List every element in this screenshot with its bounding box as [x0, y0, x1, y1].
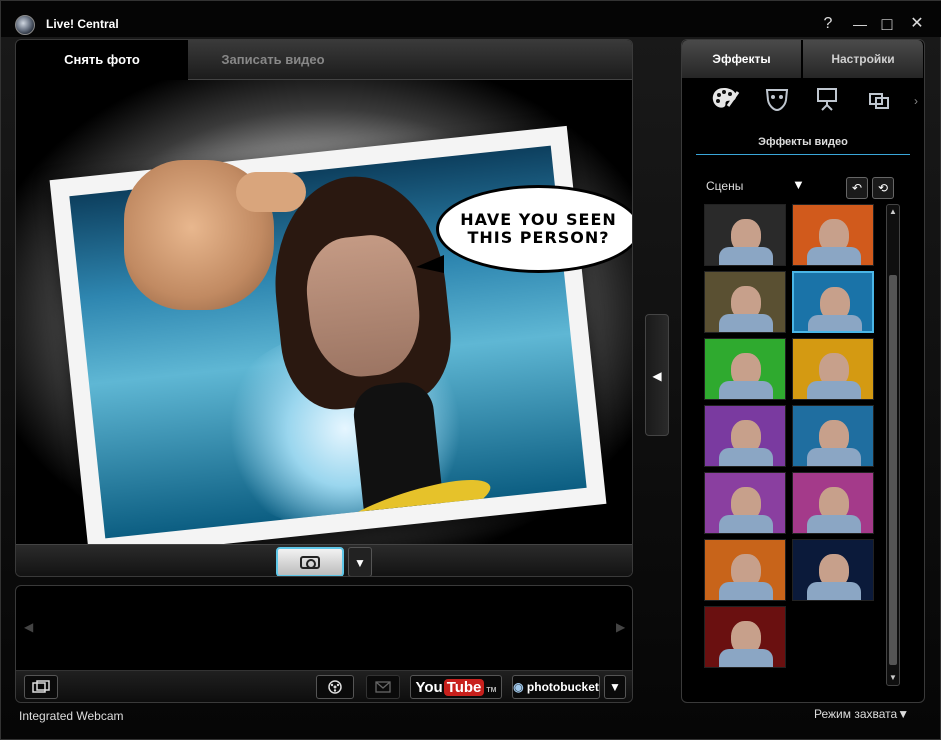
share-options-dropdown[interactable]: ▼: [604, 675, 626, 699]
title-bar: Live! Central ? — □ ✕: [1, 1, 941, 37]
youtube-upload-button[interactable]: You Tube TM: [410, 675, 502, 699]
mask-icon[interactable]: [760, 86, 794, 120]
thumbnail-shirt: [719, 649, 773, 667]
scenes-dropdown[interactable]: Сцены: [706, 179, 743, 193]
thumbnail-shirt: [807, 448, 861, 466]
scene-pink-night-thumbnail[interactable]: [792, 472, 874, 534]
scene-have-you-seen-thumbnail[interactable]: [792, 271, 874, 333]
thumbnail-shirt: [807, 515, 861, 533]
scene-space-bubble-thumbnail[interactable]: [792, 539, 874, 601]
device-name: Integrated Webcam: [19, 709, 124, 723]
thumbnail-shirt: [719, 515, 773, 533]
thumbnail-shirt: [807, 247, 861, 265]
scrollbar-thumb[interactable]: [889, 275, 897, 665]
capture-mode-arrow-icon: ▼: [897, 707, 910, 721]
scene-sunset-city-thumbnail[interactable]: [704, 539, 786, 601]
thumbnail-shirt: [719, 247, 773, 265]
capture-tabs: Снять фото Записать видео: [16, 40, 632, 80]
speech-line-1: HAVE YOU SEEN: [460, 210, 617, 229]
frames-icon[interactable]: [862, 86, 896, 120]
scene-dark-swirl-thumbnail[interactable]: [704, 204, 786, 266]
thumbnail-shirt: [719, 314, 773, 332]
minimize-button[interactable]: —: [850, 14, 870, 34]
thumbnail-shirt: [807, 381, 861, 399]
scenes-selector: Сцены ▼ ↶ ⟲: [706, 177, 906, 199]
youtube-tm: TM: [486, 686, 497, 694]
youtube-tube: Tube: [443, 678, 485, 696]
tab-settings[interactable]: Настройки: [803, 40, 924, 78]
camera-preview: HAVE YOU SEEN THIS PERSON?: [16, 80, 632, 544]
scene-purple-moon-thumbnail[interactable]: [704, 405, 786, 467]
envelope-icon: [375, 681, 391, 693]
thumbnail-shirt: [719, 381, 773, 399]
thumbnail-shirt: [719, 582, 773, 600]
share-toolbar: You Tube TM ◉ photobucket ▼: [16, 670, 632, 702]
capture-mode-dropdown[interactable]: Режим захвата▼: [814, 707, 909, 721]
folder-icon: [32, 680, 50, 693]
youtube-you: You: [415, 678, 443, 696]
youtube-logo: You Tube TM: [415, 678, 497, 696]
app-title: Live! Central: [46, 17, 119, 31]
media-strip: ◀ ▶ You Tube TM ◉ photobucket ▼: [15, 585, 633, 703]
effects-panel: Эффекты Настройки › Эффекты видео Сцены …: [681, 39, 925, 703]
scroll-up-arrow-icon[interactable]: ▲: [887, 205, 899, 219]
scroll-down-arrow-icon[interactable]: ▼: [887, 671, 899, 685]
presentation-icon[interactable]: [810, 86, 844, 120]
speech-bubble-text: HAVE YOU SEEN THIS PERSON?: [454, 211, 624, 247]
effect-category-bar: ›: [682, 82, 926, 126]
palette-icon[interactable]: [708, 86, 742, 120]
tab-effects[interactable]: Эффекты: [682, 40, 802, 78]
reset-effect-button[interactable]: ⟲: [872, 177, 894, 199]
tab-record-video[interactable]: Записать видео: [188, 40, 358, 80]
scene-green-bars-thumbnail[interactable]: [704, 338, 786, 400]
more-categories-arrow-icon[interactable]: ›: [914, 94, 918, 108]
burn-disc-button[interactable]: [316, 675, 354, 699]
speech-line-2: THIS PERSON?: [467, 228, 610, 247]
email-button[interactable]: [366, 675, 400, 699]
collapse-panel-button[interactable]: ◀: [645, 314, 669, 436]
open-folder-button[interactable]: [24, 675, 58, 699]
close-button[interactable]: ✕: [907, 14, 927, 34]
speech-bubble-tail: [416, 255, 444, 273]
scene-orange-frame-thumbnail[interactable]: [792, 204, 874, 266]
video-effects-title: Эффекты видео: [696, 136, 910, 155]
undo-effect-button[interactable]: ↶: [846, 177, 868, 199]
scene-city-gold-thumbnail[interactable]: [792, 338, 874, 400]
camera-icon: [300, 555, 320, 569]
scene-blue-city-thumbnail[interactable]: [792, 405, 874, 467]
strip-prev-arrow-icon[interactable]: ◀: [24, 620, 33, 634]
scene-paris-purple-thumbnail[interactable]: [704, 472, 786, 534]
capture-mode-label: Режим захвата: [814, 707, 898, 721]
capture-options-dropdown[interactable]: ▼: [348, 547, 372, 576]
film-reel-icon: [328, 680, 342, 694]
thumbnail-shirt: [807, 582, 861, 600]
effect-thumbnails: [704, 204, 880, 674]
help-button[interactable]: ?: [818, 14, 838, 34]
maximize-button[interactable]: □: [877, 14, 897, 34]
capture-panel: Снять фото Записать видео HAVE YOU SEEN: [15, 39, 633, 577]
thumbnail-shirt: [719, 448, 773, 466]
thumbnails-scrollbar[interactable]: ▲ ▼: [886, 204, 900, 686]
strip-next-arrow-icon[interactable]: ▶: [616, 620, 625, 634]
photobucket-label: photobucket: [526, 680, 599, 694]
scene-red-tv-thumbnail[interactable]: [704, 606, 786, 668]
capture-bar: ▼: [16, 544, 632, 576]
photobucket-upload-button[interactable]: ◉ photobucket: [512, 675, 600, 699]
photobucket-logo: ◉ photobucket: [513, 680, 599, 694]
thumbnail-shirt: [808, 315, 862, 331]
app-logo-icon: [15, 15, 35, 35]
speech-bubble: HAVE YOU SEEN THIS PERSON?: [436, 185, 632, 273]
thumb-image: [236, 172, 306, 212]
scenes-dropdown-arrow-icon[interactable]: ▼: [792, 177, 805, 192]
take-photo-button[interactable]: [276, 547, 344, 576]
scene-forest-frame-thumbnail[interactable]: [704, 271, 786, 333]
app-window: Live! Central ? — □ ✕ Снять фото Записат…: [0, 0, 941, 740]
tab-take-photo[interactable]: Снять фото: [16, 40, 188, 80]
